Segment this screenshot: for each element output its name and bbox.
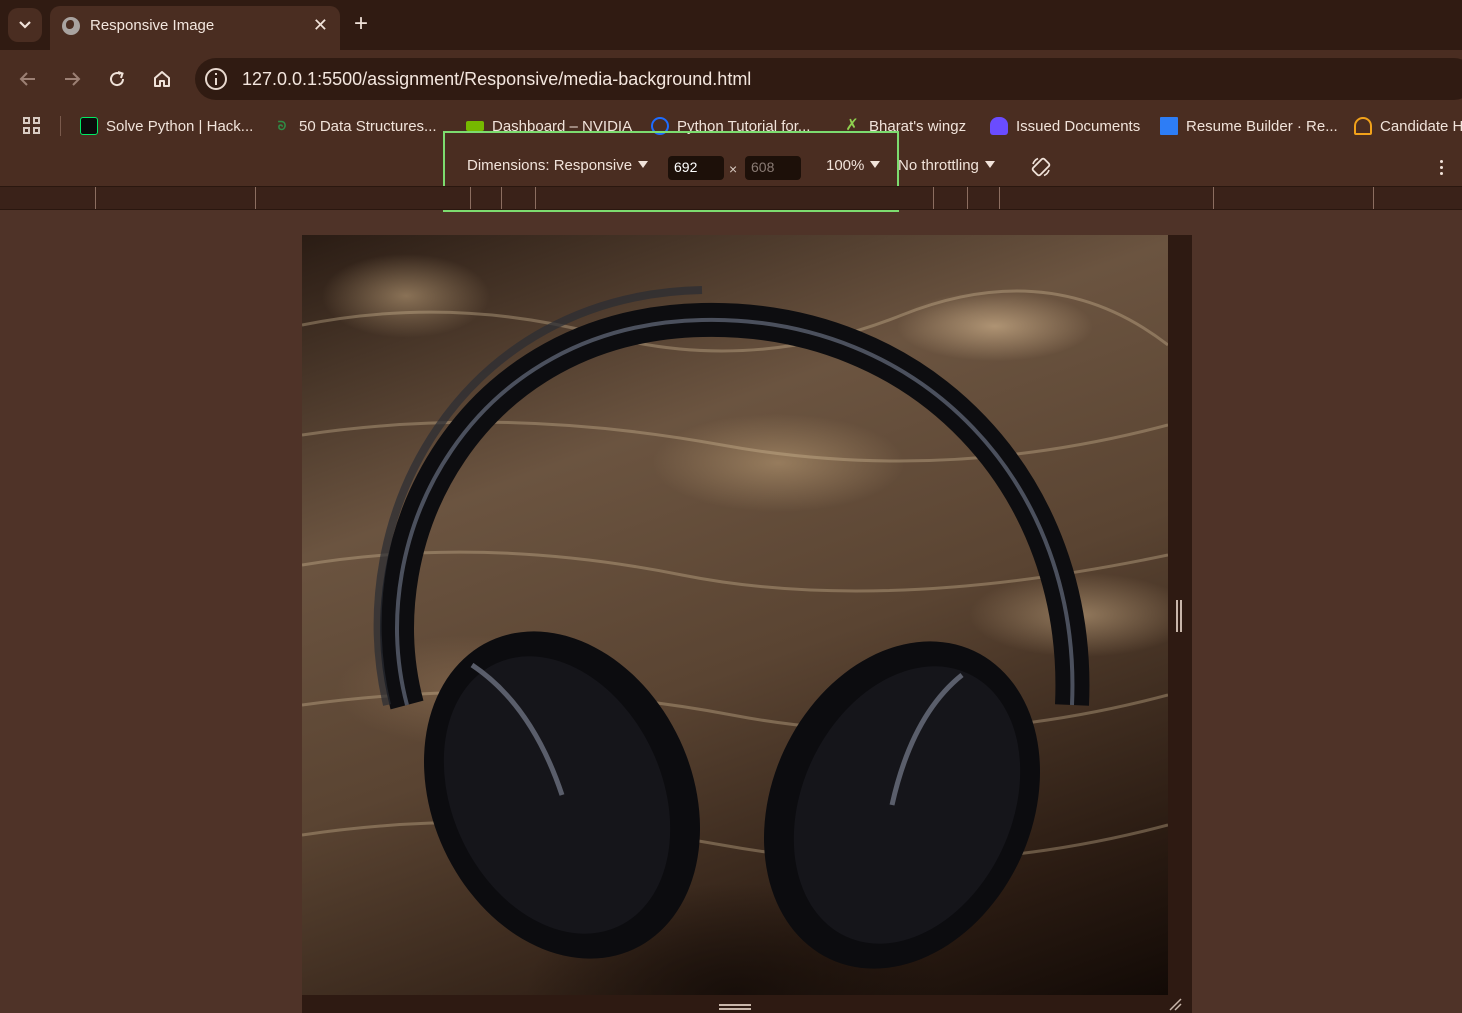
bookmark-label: 50 Data Structures... (299, 117, 437, 135)
arrow-left-icon (19, 72, 35, 86)
resize-handle-bottom[interactable] (719, 1004, 751, 1010)
media-query-marker[interactable] (999, 187, 1000, 209)
tab-search-button[interactable] (8, 8, 42, 42)
resize-handle-right[interactable] (1176, 600, 1182, 632)
headphones-photo (302, 235, 1168, 995)
arrow-right-icon (65, 72, 81, 86)
chevron-down-icon (19, 21, 31, 29)
new-tab-button[interactable]: + (354, 11, 368, 37)
forward-button[interactable] (58, 65, 86, 93)
apps-grid-icon[interactable] (23, 117, 41, 135)
nvidia-icon (466, 121, 484, 131)
media-query-marker[interactable] (535, 187, 536, 209)
media-query-marker[interactable] (95, 187, 96, 209)
bookmarks-separator (60, 116, 61, 136)
bookmark-label: Resume Builder · Re... (1186, 117, 1338, 135)
hackerrank-icon (80, 117, 98, 135)
media-query-marker[interactable] (933, 187, 934, 209)
rotate-icon[interactable] (1030, 156, 1052, 178)
media-query-marker[interactable] (255, 187, 256, 209)
address-bar[interactable]: 127.0.0.1:5500/assignment/Responsive/med… (195, 58, 1462, 100)
media-query-marker[interactable] (501, 187, 502, 209)
url-text: 127.0.0.1:5500/assignment/Responsive/med… (242, 69, 752, 89)
bookmark-candidate[interactable]: Candidate H (1354, 110, 1462, 142)
throttling-dropdown[interactable]: No throttling (898, 157, 995, 174)
reload-button[interactable] (103, 65, 131, 93)
tab-title: Responsive Image (90, 17, 215, 34)
resize-corner-icon[interactable] (1168, 997, 1182, 1011)
candidate-icon (1354, 117, 1372, 135)
caret-down-icon (984, 161, 995, 168)
bookmark-resume-builder[interactable]: Resume Builder · Re... (1160, 110, 1338, 142)
throttling-label: No throttling (898, 157, 979, 174)
home-button[interactable] (148, 65, 176, 93)
digilocker-icon (990, 117, 1008, 135)
back-button[interactable] (14, 65, 42, 93)
media-query-marker[interactable] (1213, 187, 1214, 209)
media-query-marker[interactable] (967, 187, 968, 209)
geeksforgeeks-icon: ᘐ (277, 119, 287, 133)
active-tab[interactable]: Responsive Image ✕ (50, 6, 340, 50)
bookmark-label: Solve Python | Hack... (106, 117, 254, 135)
tab-strip: Responsive Image ✕ + (0, 0, 1462, 50)
media-query-marker[interactable] (1373, 187, 1374, 209)
bookmark-label: Issued Documents (1016, 117, 1141, 135)
reload-icon (110, 71, 125, 87)
media-query-marker[interactable] (470, 187, 471, 209)
bookmark-label: Candidate H (1380, 117, 1462, 135)
headphones-illustration (302, 286, 1168, 969)
media-query-bar[interactable] (0, 186, 1462, 210)
bookmark-geeksforgeeks[interactable]: ᘐ 50 Data Structures... (273, 110, 437, 142)
site-info-icon[interactable] (205, 68, 227, 90)
globe-icon (62, 17, 80, 35)
home-icon (154, 71, 170, 87)
more-options-icon[interactable] (1436, 158, 1448, 176)
bookmark-issued-documents[interactable]: Issued Documents (990, 110, 1140, 142)
resume-builder-icon (1160, 117, 1178, 135)
close-icon[interactable]: ✕ (313, 15, 328, 35)
navigation-toolbar: 127.0.0.1:5500/assignment/Responsive/med… (0, 50, 1462, 110)
emulated-viewport (302, 235, 1192, 1013)
bookmark-hackerrank[interactable]: Solve Python | Hack... (80, 110, 253, 142)
